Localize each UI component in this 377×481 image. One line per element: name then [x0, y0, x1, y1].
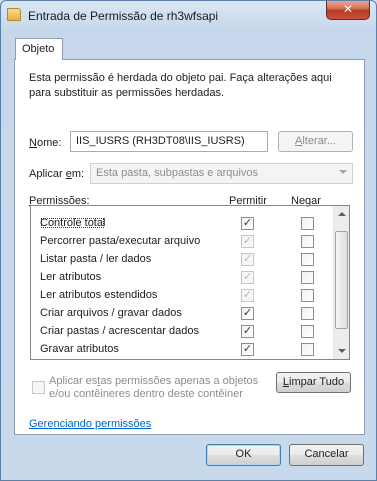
scroll-thumb[interactable]: [335, 231, 348, 329]
permission-label: Criar arquivos / gravar dados: [40, 307, 182, 319]
inheritance-info-text: Esta permissão é herdada do objeto pai. …: [29, 72, 332, 99]
permission-row: Gravar atributos ✓: [31, 341, 335, 359]
chevron-down-icon: [339, 170, 347, 174]
folder-icon: [7, 8, 21, 21]
permission-row: Criar arquivos / gravar dados ✓: [31, 305, 335, 323]
manage-permissions-link[interactable]: Gerenciando permissões: [29, 418, 151, 430]
allow-checkbox[interactable]: ✓: [241, 217, 254, 230]
deny-checkbox[interactable]: [301, 289, 314, 302]
permissions-grid[interactable]: Controle total ✓ Percorrer pasta/executar …: [30, 205, 350, 360]
permission-label: Ler atributos: [40, 271, 102, 283]
tab-panel: Esta permissão é herdada do objeto pai. …: [14, 59, 365, 435]
ok-button[interactable]: OK: [206, 444, 281, 466]
permission-row: Gravar atributos estendidos✓: [31, 359, 335, 360]
permission-row: Ler atributos ✓: [31, 269, 335, 287]
apply-within-label-line2: e/ou contêineres dentro deste contêiner: [49, 388, 243, 400]
permission-row: Criar pastas / acrescentar dados ✓: [31, 323, 335, 341]
permissions-scrollbar[interactable]: [333, 206, 349, 359]
close-button[interactable]: ✕: [326, 1, 370, 20]
name-field[interactable]: IIS_IUSRS (RH3DT08\IIS_IUSRS): [70, 131, 268, 152]
permission-row: Listar pasta / ler dados ✓: [31, 251, 335, 269]
deny-checkbox[interactable]: [301, 271, 314, 284]
allow-checkbox[interactable]: ✓: [241, 325, 254, 338]
permission-row: Controle total ✓: [31, 215, 335, 233]
deny-checkbox[interactable]: [301, 325, 314, 338]
deny-checkbox[interactable]: [301, 217, 314, 230]
permission-label: Listar pasta / ler dados: [40, 253, 152, 265]
allow-checkbox[interactable]: ✓: [241, 271, 254, 284]
allow-checkbox[interactable]: ✓: [241, 343, 254, 356]
permission-label: Ler atributos estendidos: [40, 289, 158, 301]
permission-label: Criar pastas / acrescentar dados: [40, 325, 199, 337]
allow-checkbox[interactable]: ✓: [241, 235, 254, 248]
apply-to-label: Aplicar em:: [29, 168, 85, 180]
apply-within-label-line1: Aplicar estas permissões apenas a objeto…: [49, 375, 259, 387]
deny-checkbox[interactable]: [301, 253, 314, 266]
apply-within-label: Aplicar estas permissões apenas a objeto…: [49, 375, 258, 401]
deny-checkbox[interactable]: [301, 307, 314, 320]
apply-to-select[interactable]: Esta pasta, subpastas e arquivos: [90, 163, 353, 184]
scroll-down-icon[interactable]: [338, 349, 346, 353]
tab-objeto[interactable]: Objeto: [15, 38, 63, 60]
clear-all-button[interactable]: Limpar Tudo: [276, 372, 351, 393]
allow-checkbox[interactable]: ✓: [241, 307, 254, 320]
permission-label: Percorrer pasta/executar arquivo: [40, 235, 201, 247]
allow-checkbox[interactable]: ✓: [241, 289, 254, 302]
permission-row: Percorrer pasta/executar arquivo ✓: [31, 233, 335, 251]
scroll-up-icon[interactable]: [338, 212, 346, 216]
apply-within-checkbox[interactable]: [32, 381, 45, 394]
deny-checkbox[interactable]: [301, 343, 314, 356]
apply-to-value: Esta pasta, subpastas e arquivos: [96, 167, 259, 179]
permission-label: Gravar atributos: [40, 343, 119, 355]
change-button[interactable]: Alterar...: [278, 131, 353, 152]
cancel-button[interactable]: Cancelar: [289, 444, 364, 466]
permission-entry-dialog: Entrada de Permissão de rh3wfsapi ✕ Obje…: [0, 0, 377, 481]
permission-row: Ler atributos estendidos ✓: [31, 287, 335, 305]
window-title: Entrada de Permissão de rh3wfsapi: [28, 9, 219, 23]
name-label: Nome:: [29, 137, 62, 149]
allow-checkbox[interactable]: ✓: [241, 253, 254, 266]
title-bar[interactable]: Entrada de Permissão de rh3wfsapi ✕: [1, 1, 376, 31]
deny-checkbox[interactable]: [301, 235, 314, 248]
permission-label: Controle total: [40, 217, 106, 229]
